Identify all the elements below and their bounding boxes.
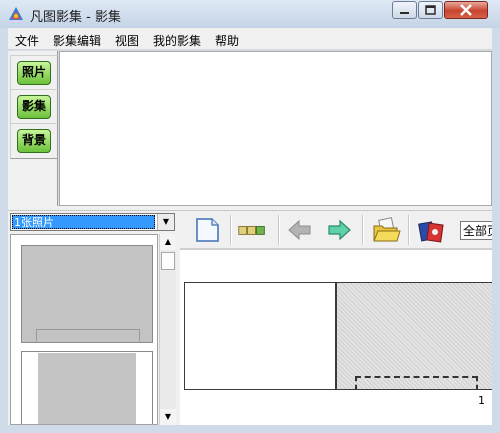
photo-thumbnail-list[interactable] (10, 234, 158, 425)
minimize-icon (400, 12, 409, 14)
album-page-right[interactable] (336, 282, 492, 390)
photo-thumbnail[interactable] (21, 245, 153, 343)
minimize-button[interactable] (392, 1, 417, 19)
page-layout-icon[interactable] (237, 216, 267, 244)
album-page-left[interactable] (184, 282, 336, 390)
thumbnail-frame (36, 329, 140, 343)
menu-my-albums[interactable]: 我的影集 (153, 32, 201, 49)
tab-cell-photos: 照片 (10, 55, 58, 91)
scrollbar-thumb[interactable] (161, 252, 175, 270)
menu-help[interactable]: 帮助 (215, 32, 239, 49)
thumbnail-scrollbar[interactable]: ▲ ▼ (159, 234, 176, 425)
side-tab-panel: 照片 影集 背景 (8, 51, 58, 206)
window-frame-bottom (0, 425, 500, 433)
forward-arrow-icon[interactable] (324, 216, 354, 244)
close-button[interactable] (444, 1, 488, 19)
photo-filter-dropdown[interactable]: 1张照片 ▼ (10, 213, 175, 231)
photo-filter-value: 1张照片 (12, 215, 155, 229)
title-bar[interactable]: 凡图影集 - 影集 (0, 0, 500, 28)
maximize-icon (425, 5, 436, 15)
menu-album-edit[interactable]: 影集编辑 (53, 32, 101, 49)
toolbar-separator (362, 215, 364, 245)
back-arrow-icon[interactable] (285, 216, 315, 244)
thumbnail-image (38, 353, 136, 424)
toolbar-separator (408, 215, 410, 245)
tab-photos[interactable]: 照片 (17, 61, 51, 85)
tab-albums[interactable]: 影集 (17, 95, 51, 119)
open-folder-icon[interactable] (371, 216, 401, 244)
window-frame-left (0, 28, 8, 433)
chevron-down-icon[interactable]: ▼ (157, 214, 174, 230)
app-logo-icon (9, 7, 23, 20)
album-books-icon[interactable] (416, 216, 446, 244)
page-number: 1 (478, 394, 485, 407)
tab-cell-backgrounds: 背景 (10, 123, 58, 159)
toolbar-separator (230, 215, 232, 245)
window-frame-right (492, 28, 500, 433)
close-icon (460, 4, 472, 16)
scroll-up-icon[interactable]: ▲ (160, 234, 176, 250)
tab-backgrounds[interactable]: 背景 (17, 129, 51, 153)
menu-file[interactable]: 文件 (15, 32, 39, 49)
maximize-button[interactable] (418, 1, 443, 19)
toolbar-separator (278, 215, 280, 245)
window-title: 凡图影集 - 影集 (30, 10, 121, 25)
photo-placeholder-frame[interactable] (355, 376, 478, 390)
new-page-icon[interactable] (192, 216, 222, 244)
tab-cell-albums: 影集 (10, 89, 58, 125)
menu-view[interactable]: 视图 (115, 32, 139, 49)
album-preview-area[interactable] (59, 51, 492, 206)
scroll-down-icon[interactable]: ▼ (160, 409, 176, 425)
menu-bar: 文件 影集编辑 视图 我的影集 帮助 (8, 28, 492, 50)
photo-thumbnail[interactable] (21, 351, 153, 424)
toolbar (180, 211, 492, 249)
page-range-select[interactable]: 全部页 (460, 221, 492, 240)
